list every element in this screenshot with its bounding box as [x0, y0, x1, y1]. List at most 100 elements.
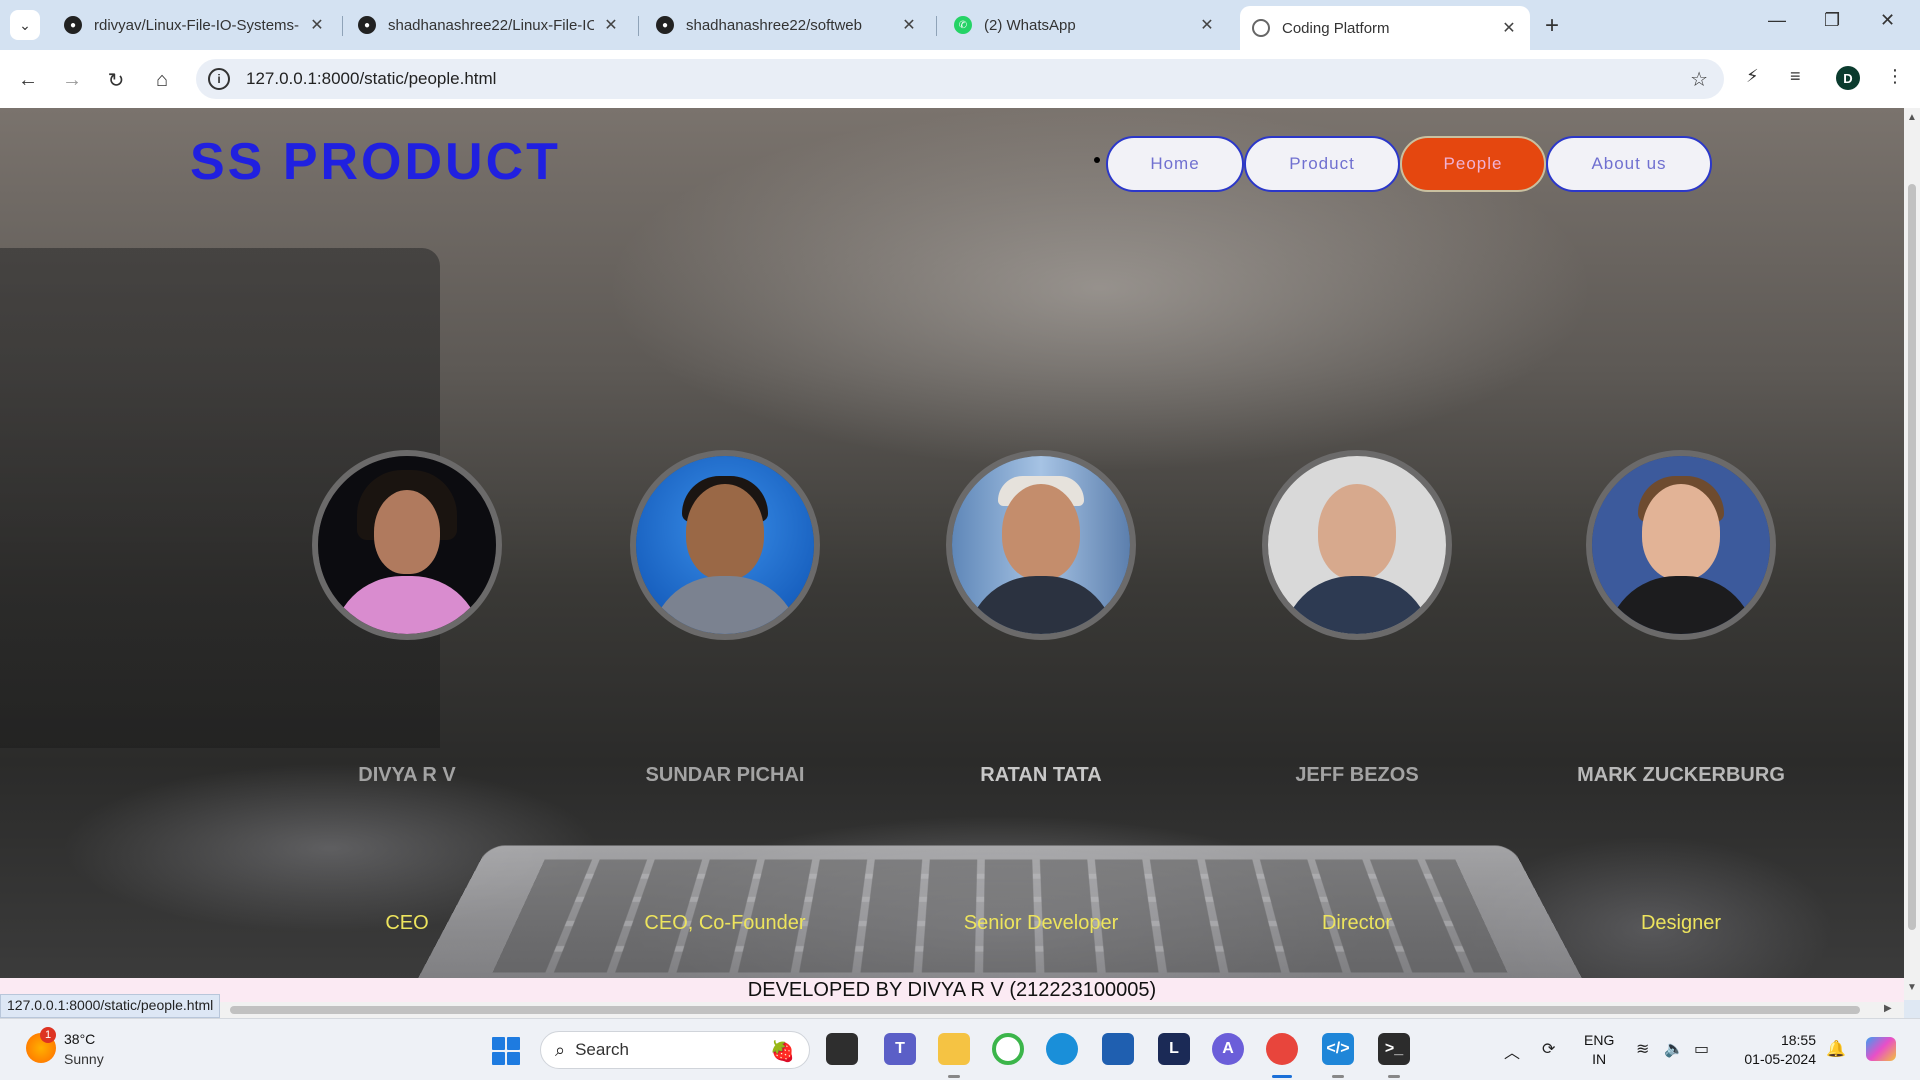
github-icon: ● — [64, 16, 82, 34]
store-icon[interactable] — [1102, 1033, 1134, 1065]
scrollbar-thumb[interactable] — [1908, 184, 1916, 930]
menu-kebab-icon[interactable]: ⋮ — [1886, 66, 1904, 87]
person-role: Senior Developer — [963, 912, 1119, 934]
tab-title: shadhanashree22/softweb — [686, 16, 862, 34]
vertical-scrollbar[interactable]: ▲ ▼ — [1904, 108, 1920, 1000]
nav-people-button[interactable]: People — [1400, 136, 1546, 192]
page-footer: DEVELOPED BY DIVYA R V (212223100005) — [0, 978, 1904, 1002]
tab-coding-platform[interactable]: Coding Platform ✕ — [1240, 6, 1530, 50]
person-role: Director — [1321, 912, 1392, 934]
tab-softweb[interactable]: ● shadhanashree22/softweb ✕ — [644, 8, 930, 42]
window-close-icon[interactable]: ✕ — [1880, 10, 1895, 31]
tab-title: Coding Platform — [1282, 19, 1390, 37]
status-bar-url: 127.0.0.1:8000/static/people.html — [0, 994, 221, 1018]
brand-logo[interactable]: SS PRODUCT — [190, 132, 561, 192]
teams-icon[interactable]: T — [884, 1033, 916, 1065]
avatar — [1586, 450, 1776, 640]
tab-strip: ⌄ ● rdivyav/Linux-File-IO-Systems-l ✕ ● … — [0, 0, 1920, 50]
scroll-down-icon[interactable]: ▼ — [1907, 982, 1917, 993]
battery-icon[interactable]: ▭ — [1694, 1039, 1709, 1059]
tab-whatsapp[interactable]: ✆ (2) WhatsApp ✕ — [942, 8, 1228, 42]
person-name: MARK ZUCKERBURG — [1577, 764, 1785, 786]
chrome-icon[interactable] — [1266, 1033, 1298, 1065]
weather-temperature[interactable]: 38°C — [64, 1031, 95, 1047]
tab-title: shadhanashree22/Linux-File-IO — [388, 16, 594, 34]
close-icon[interactable]: ✕ — [900, 15, 918, 35]
page-viewport: SS PRODUCT Home Product People About us — [0, 108, 1904, 980]
browser-toolbar: ← → ↻ ⌂ i 127.0.0.1:8000/static/people.h… — [0, 50, 1920, 108]
weather-condition[interactable]: Sunny — [64, 1051, 104, 1067]
bookmark-star-icon[interactable]: ☆ — [1690, 67, 1708, 92]
nav-product-button[interactable]: Product — [1244, 136, 1400, 192]
person-name: DIVYA R V — [358, 764, 456, 786]
profile-avatar[interactable]: D — [1836, 66, 1860, 90]
person-card-mark — [1586, 450, 1776, 640]
running-indicator — [948, 1075, 960, 1078]
url-text[interactable]: 127.0.0.1:8000/static/people.html — [246, 69, 496, 89]
media-control-icon[interactable]: ≡ — [1790, 66, 1801, 87]
language-region: IN — [1592, 1051, 1607, 1067]
close-icon[interactable]: ✕ — [1198, 15, 1216, 35]
home-icon[interactable]: ⌂ — [148, 66, 176, 94]
tab-title: (2) WhatsApp — [984, 16, 1076, 34]
copilot-icon[interactable] — [1866, 1037, 1896, 1061]
notification-badge: 1 — [40, 1027, 56, 1043]
extension-icon[interactable]: ⚡ — [1746, 66, 1759, 87]
person-name: RATAN TATA — [980, 764, 1102, 786]
nav-home-button[interactable]: Home — [1106, 136, 1244, 192]
search-icon: ⌕ — [555, 1039, 566, 1060]
language-indicator[interactable]: ENG IN — [1584, 1031, 1614, 1069]
taskbar-search[interactable]: ⌕ Search 🍓 — [540, 1031, 810, 1069]
tab-divider — [638, 16, 639, 36]
tab-divider — [342, 16, 343, 36]
close-icon[interactable]: ✕ — [308, 15, 326, 35]
edge-icon[interactable] — [1046, 1033, 1078, 1065]
person-card-ratan — [946, 450, 1136, 640]
avatar — [1262, 450, 1452, 640]
system-clock[interactable]: 18:55 01-05-2024 — [1740, 1031, 1816, 1069]
running-indicator — [1388, 1075, 1400, 1078]
sync-icon[interactable]: ⟳ — [1542, 1039, 1555, 1059]
wifi-icon[interactable]: ≋ — [1636, 1039, 1649, 1059]
new-tab-icon[interactable]: + — [1545, 12, 1559, 40]
l-app-icon[interactable]: L — [1158, 1033, 1190, 1065]
volume-icon[interactable]: 🔈 — [1664, 1039, 1684, 1059]
nav-bullet — [1094, 157, 1100, 163]
refresh-app-icon[interactable] — [992, 1033, 1024, 1065]
minimize-icon[interactable]: — — [1768, 10, 1786, 31]
tab-linux-file-io-1[interactable]: ● rdivyav/Linux-File-IO-Systems-l ✕ — [52, 8, 338, 42]
site-info-icon[interactable]: i — [208, 68, 230, 90]
running-indicator — [1332, 1075, 1344, 1078]
tab-title: rdivyav/Linux-File-IO-Systems-l — [94, 16, 300, 34]
tab-divider — [936, 16, 937, 36]
horizontal-scrollbar[interactable]: ▶ — [0, 1002, 1904, 1018]
close-icon[interactable]: ✕ — [1500, 18, 1518, 38]
a-app-icon[interactable]: A — [1212, 1033, 1244, 1065]
task-view-icon[interactable] — [826, 1033, 858, 1065]
globe-icon — [1252, 19, 1270, 37]
person-name: SUNDAR PICHAI — [645, 764, 805, 786]
back-icon[interactable]: ← — [14, 66, 42, 94]
close-icon[interactable]: ✕ — [602, 15, 620, 35]
chevron-up-icon[interactable]: ︿ — [1504, 1039, 1520, 1063]
tab-search-button[interactable]: ⌄ — [10, 10, 40, 40]
avatar — [946, 450, 1136, 640]
reload-icon[interactable]: ↻ — [102, 66, 130, 94]
notification-bell-icon[interactable]: 🔔 — [1826, 1039, 1846, 1059]
language-code: ENG — [1584, 1032, 1615, 1048]
tab-linux-file-io-2[interactable]: ● shadhanashree22/Linux-File-IO ✕ — [346, 8, 632, 42]
file-explorer-icon[interactable] — [938, 1033, 970, 1065]
scrollbar-thumb[interactable] — [230, 1006, 1860, 1014]
forward-icon[interactable]: → — [58, 66, 86, 94]
github-icon: ● — [358, 16, 376, 34]
restore-icon[interactable]: ❐ — [1824, 10, 1840, 31]
scroll-up-icon[interactable]: ▲ — [1907, 112, 1917, 123]
windows-start-icon[interactable] — [492, 1037, 520, 1065]
terminal-icon[interactable]: >_ — [1378, 1033, 1410, 1065]
nav-about-button[interactable]: About us — [1546, 136, 1712, 192]
scroll-right-icon[interactable]: ▶ — [1884, 1003, 1892, 1014]
vscode-icon[interactable]: </> — [1322, 1033, 1354, 1065]
person-card-sundar — [630, 450, 820, 640]
address-bar[interactable]: i 127.0.0.1:8000/static/people.html ☆ — [196, 59, 1724, 99]
person-role: CEO — [385, 912, 429, 934]
